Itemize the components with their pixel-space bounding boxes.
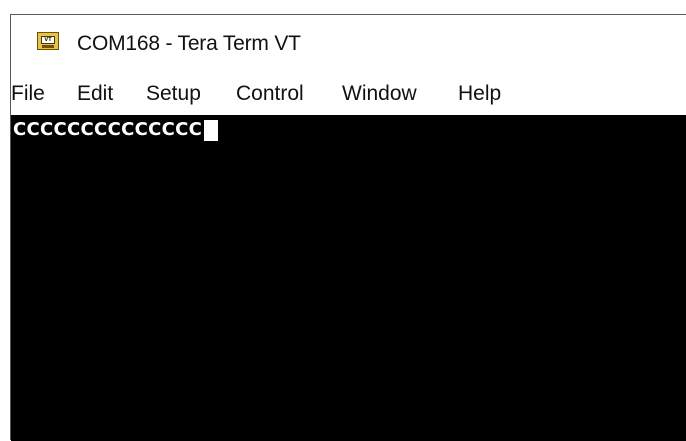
window-title: COM168 - Tera Term VT (77, 32, 301, 55)
text-cursor (204, 119, 219, 141)
app-icon-label: VT (41, 36, 55, 44)
menu-edit[interactable]: Edit (77, 77, 113, 111)
title-bar[interactable]: VT COM168 - Tera Term VT (11, 15, 686, 67)
menu-bar: File Edit Setup Control Window Help (11, 77, 686, 111)
menu-help[interactable]: Help (458, 77, 501, 111)
menu-setup[interactable]: Setup (146, 77, 201, 111)
menu-window[interactable]: Window (342, 77, 417, 111)
tera-term-window: VT COM168 - Tera Term VT File Edit Setup… (10, 14, 686, 441)
terminal-output-text: CCCCCCCCCCCCCC (13, 119, 203, 140)
terminal-screen[interactable]: CCCCCCCCCCCCCC (11, 115, 686, 441)
menu-file[interactable]: File (11, 77, 45, 111)
menu-control[interactable]: Control (236, 77, 304, 111)
tera-term-app-icon[interactable]: VT (37, 32, 59, 50)
terminal-output-line: CCCCCCCCCCCCCC (13, 119, 219, 141)
